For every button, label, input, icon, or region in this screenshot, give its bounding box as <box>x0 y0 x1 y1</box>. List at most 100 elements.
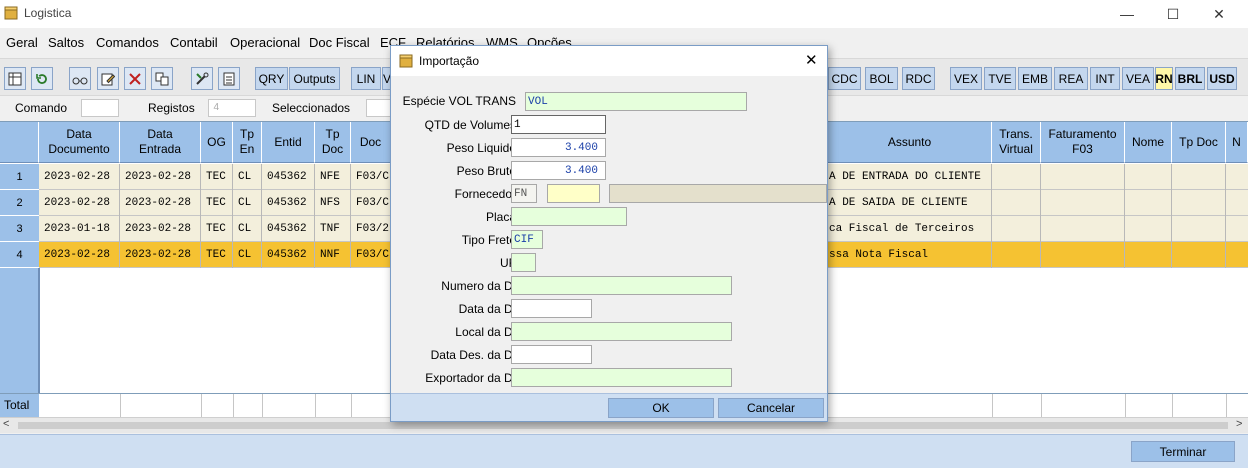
scroll-left-icon[interactable]: < <box>3 418 9 430</box>
especie-input[interactable]: VOL <box>525 92 747 111</box>
cell-entid: 045362 <box>262 216 315 242</box>
header-faturamento[interactable]: Faturamento F03 <box>1041 122 1125 163</box>
qry-button[interactable]: QRY <box>255 67 288 90</box>
header-trans-virtual[interactable]: Trans. Virtual <box>992 122 1041 163</box>
cell-assunto: ca Fiscal de Terceiros <box>828 216 992 242</box>
scroll-right-icon[interactable]: > <box>1236 418 1242 430</box>
header-entid[interactable]: Entid <box>262 122 315 163</box>
row-number[interactable]: 1 <box>0 164 39 190</box>
terminar-button[interactable]: Terminar <box>1131 441 1235 462</box>
maximize-button[interactable]: ☐ <box>1150 0 1196 28</box>
view-button[interactable] <box>69 67 91 90</box>
total-divider <box>351 394 352 417</box>
cell-entid: 045362 <box>262 164 315 190</box>
window-title: Logistica <box>24 6 72 20</box>
comando-input[interactable] <box>81 99 119 117</box>
exportador-di-input[interactable] <box>511 368 732 387</box>
cell-nome <box>1125 216 1172 242</box>
calculator-button[interactable] <box>218 67 240 90</box>
vea-button[interactable]: VEA <box>1122 67 1154 90</box>
header-data-entrada[interactable]: Data Entrada <box>120 122 201 163</box>
cell-assunto: ssa Nota Fiscal <box>828 242 992 268</box>
menu-geral[interactable]: Geral <box>6 35 38 50</box>
menu-saltos[interactable]: Saltos <box>48 35 84 50</box>
cell-tp-doc-2 <box>1172 190 1226 216</box>
menu-contabil[interactable]: Contabil <box>170 35 218 50</box>
close-window-button[interactable]: ✕ <box>1196 0 1242 28</box>
scroll-thumb[interactable] <box>18 422 1228 429</box>
numero-di-input[interactable] <box>511 276 732 295</box>
minimize-button[interactable]: — <box>1104 0 1150 28</box>
calculator-icon <box>223 72 235 85</box>
total-divider <box>262 394 263 417</box>
menu-comandos[interactable]: Comandos <box>96 35 159 50</box>
cell-tp-en: CL <box>233 216 262 242</box>
row-number[interactable]: 4 <box>0 242 39 268</box>
cancelar-button[interactable]: Cancelar <box>718 398 824 418</box>
delete-button[interactable] <box>124 67 146 90</box>
data-des-di-input[interactable] <box>511 345 592 364</box>
outputs-button[interactable]: Outputs <box>289 67 340 90</box>
qtd-volumes-input[interactable]: 1 <box>511 115 606 134</box>
data-des-di-label: Data Des. da DI <box>430 348 516 362</box>
header-nome[interactable]: Nome <box>1125 122 1172 163</box>
lin-button[interactable]: LIN <box>351 67 381 90</box>
cell-faturamento <box>1041 164 1125 190</box>
registos-label: Registos <box>148 101 195 115</box>
usd-button[interactable]: USD <box>1207 67 1237 90</box>
uf-input[interactable] <box>511 253 536 272</box>
fornecedor-type-input[interactable]: FN <box>511 184 537 203</box>
edit-button[interactable] <box>97 67 119 90</box>
rea-button[interactable]: REA <box>1054 67 1088 90</box>
copy-icon <box>155 72 169 85</box>
menu-operacional[interactable]: Operacional <box>230 35 300 50</box>
bol-button[interactable]: BOL <box>865 67 898 90</box>
header-og[interactable]: OG <box>201 122 233 163</box>
header-n[interactable]: N <box>1226 122 1248 163</box>
peso-liquido-label: Peso Liquido <box>446 141 516 155</box>
menu-doc-fiscal[interactable]: Doc Fiscal <box>309 35 370 50</box>
row-number[interactable]: 2 <box>0 190 39 216</box>
emb-button[interactable]: EMB <box>1018 67 1052 90</box>
header-data-documento[interactable]: Data Documento <box>39 122 120 163</box>
tools-button[interactable] <box>191 67 213 90</box>
rdc-button[interactable]: RDC <box>902 67 935 90</box>
tve-button[interactable]: TVE <box>984 67 1016 90</box>
glasses-icon <box>72 77 88 84</box>
copy-button[interactable] <box>151 67 173 90</box>
peso-bruto-input[interactable]: 3.400 <box>511 161 606 180</box>
tipo-frete-input[interactable]: CIF <box>511 230 543 249</box>
data-di-input[interactable] <box>511 299 592 318</box>
brl-button[interactable]: BRL <box>1175 67 1205 90</box>
vex-button[interactable]: VEX <box>950 67 982 90</box>
ok-button[interactable]: OK <box>608 398 714 418</box>
int-button[interactable]: INT <box>1090 67 1120 90</box>
cell-data-documento: 2023-02-28 <box>39 164 120 190</box>
fornecedor-code-input[interactable] <box>547 184 600 203</box>
local-di-label: Local da DI <box>455 325 516 339</box>
cdc-button[interactable]: CDC <box>828 67 861 90</box>
delete-icon <box>129 72 141 85</box>
cell-doc: F03/C <box>351 164 391 190</box>
cell-nome <box>1125 190 1172 216</box>
seleccionados-value <box>366 99 392 117</box>
header-tp-doc-2[interactable]: Tp Doc <box>1172 122 1226 163</box>
local-di-input[interactable] <box>511 322 732 341</box>
header-assunto[interactable]: Assunto <box>828 122 992 163</box>
cell-og: TEC <box>201 242 233 268</box>
peso-liquido-input[interactable]: 3.400 <box>511 138 606 157</box>
row-number[interactable]: 3 <box>0 216 39 242</box>
dialog-close-icon[interactable]: ✕ <box>805 51 818 69</box>
cell-trans-virtual <box>992 164 1041 190</box>
header-tp-en[interactable]: Tp En <box>233 122 262 163</box>
refresh-button[interactable] <box>31 67 53 90</box>
rn-button[interactable]: RN <box>1155 67 1173 90</box>
placa-input[interactable] <box>511 207 627 226</box>
header-doc[interactable]: Doc <box>351 122 391 163</box>
cell-tp-doc: NFS <box>315 190 351 216</box>
minimize-icon: — <box>1120 6 1134 22</box>
close-icon: ✕ <box>1213 5 1225 22</box>
app-box-icon <box>4 6 18 20</box>
header-tp-doc[interactable]: Tp Doc <box>315 122 351 163</box>
table-search-button[interactable] <box>4 67 26 90</box>
